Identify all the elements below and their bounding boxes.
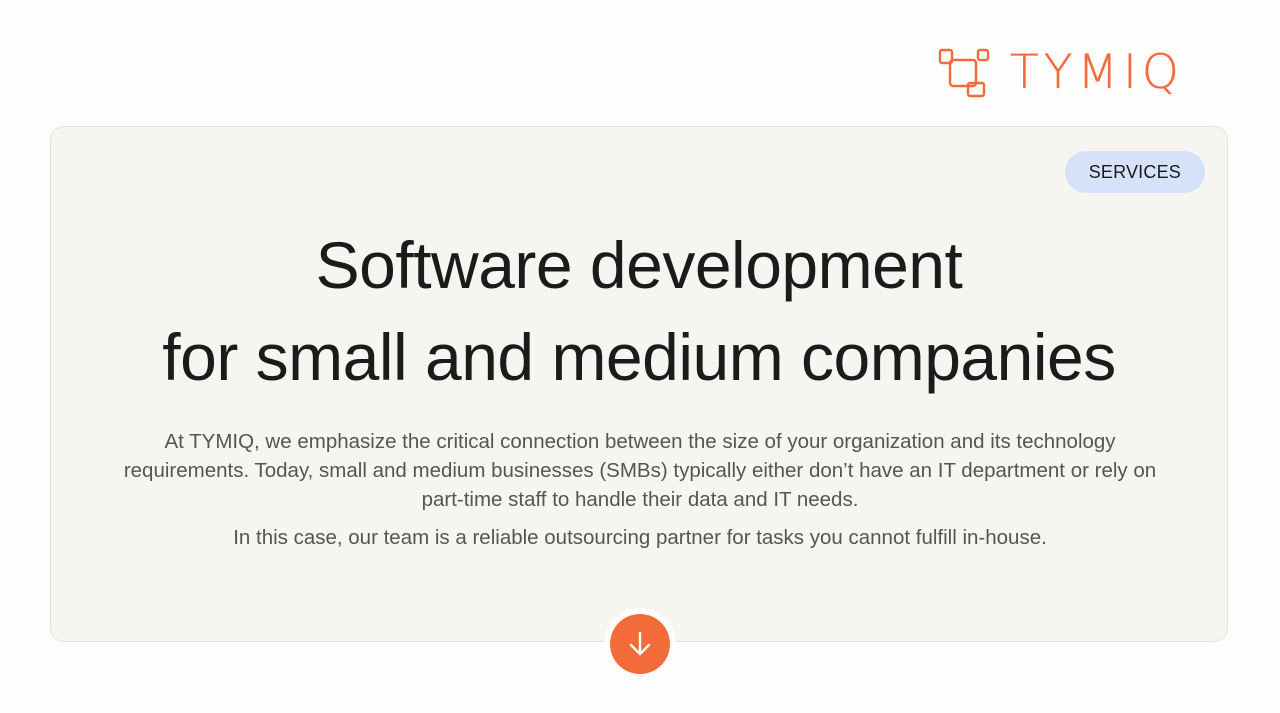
page-title: Software development for small and mediu… <box>51 219 1227 403</box>
scroll-down-button[interactable] <box>604 608 676 680</box>
page: TYMIQ SERVICES Software development for … <box>0 0 1280 713</box>
hero-description: At TYMIQ, we emphasize the critical conn… <box>123 430 1157 511</box>
hero-description-secondary: In this case, our team is a reliable out… <box>233 526 1047 549</box>
services-tag[interactable]: SERVICES <box>1064 151 1205 193</box>
arrow-down-icon <box>629 631 651 656</box>
page-title-line-2: for small and medium companies <box>162 320 1116 394</box>
page-title-line-1: Software development <box>315 228 963 302</box>
tymiq-logo-icon <box>938 48 990 98</box>
logo[interactable]: TYMIQ <box>938 46 1184 98</box>
hero-card: SERVICES Software development for small … <box>50 126 1228 642</box>
scroll-down-button-circle <box>610 614 670 674</box>
logo-text: TYMIQ <box>1010 44 1184 100</box>
